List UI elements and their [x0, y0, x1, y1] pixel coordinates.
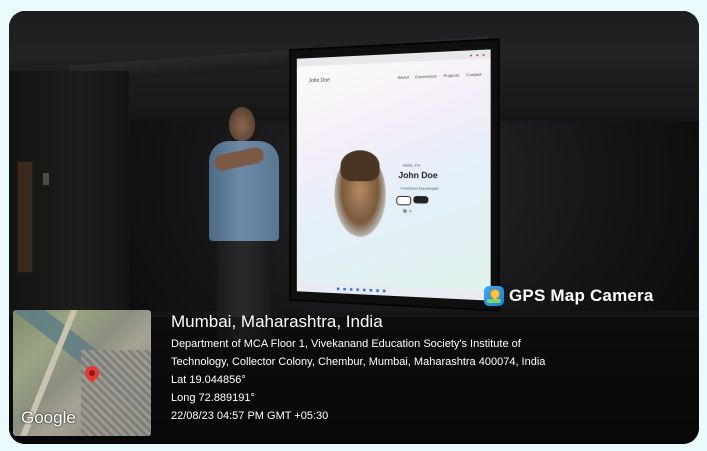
- presenter-head: [229, 107, 255, 141]
- site-nav: About Experience Projects Contact: [398, 71, 482, 80]
- window-controls-icon: ● ● ●: [469, 51, 487, 58]
- site-greeting: Hello, I'm: [402, 162, 421, 168]
- site-secondary-button: [396, 195, 412, 206]
- site-primary-button: [413, 196, 429, 204]
- address-line-1: Department of MCA Floor 1, Vivekanand Ed…: [171, 338, 521, 350]
- site-role: Frontend Developer: [400, 185, 439, 191]
- address-line-2: Technology, Collector Colony, Chembur, M…: [171, 356, 546, 368]
- location-title: Mumbai, Maharashtra, India: [171, 312, 383, 331]
- timestamp: 22/08/23 04:57 PM GMT +05:30: [171, 410, 329, 422]
- projection-screen-frame: ● ● ● John Doe About Experience Projects…: [291, 40, 498, 310]
- profile-avatar-hair: [340, 150, 380, 182]
- social-icons: ⊕ ○: [402, 208, 412, 215]
- location-details: Mumbai, Maharashtra, India Department of…: [171, 306, 683, 425]
- site-nav-projects: Projects: [443, 72, 460, 79]
- projected-website: ● ● ● John Doe About Experience Projects…: [296, 49, 491, 301]
- map-urban-area: [81, 350, 151, 436]
- longitude: Long 72.889191°: [171, 392, 255, 404]
- site-nav-contact: Contact: [466, 71, 482, 78]
- gps-map-camera-icon: [484, 286, 504, 306]
- google-logo: Google: [21, 408, 76, 427]
- browser-tab-bar: ● ● ●: [296, 49, 491, 67]
- brand-watermark: GPS Map Camera: [484, 284, 654, 308]
- site-name: John Doe: [398, 170, 438, 181]
- brand-label: GPS Map Camera: [509, 286, 654, 305]
- site-logo: John Doe: [308, 77, 330, 85]
- taskbar-icons: ■ ■ ■ ■ ■ ■ ■ ■: [336, 286, 387, 295]
- site-nav-experience: Experience: [415, 73, 437, 80]
- map-thumbnail: Google: [13, 310, 151, 436]
- location-address: Department of MCA Floor 1, Vivekanand Ed…: [171, 335, 683, 371]
- os-taskbar: ■ ■ ■ ■ ■ ■ ■ ■: [296, 282, 491, 301]
- door: [17, 161, 33, 273]
- site-nav-about: About: [397, 74, 409, 80]
- latitude: Lat 19.044856°: [171, 374, 246, 386]
- wall-switch: [43, 173, 49, 185]
